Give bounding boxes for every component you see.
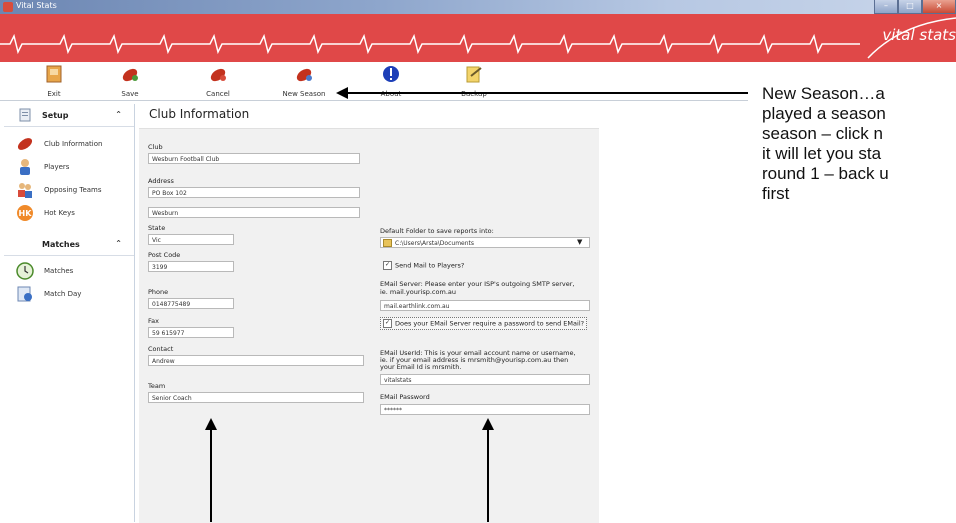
teams-icon bbox=[18, 183, 32, 198]
address-line1-field[interactable]: PO Box 102 bbox=[148, 187, 360, 198]
setup-header-label: Setup bbox=[42, 111, 69, 120]
email-password-field[interactable]: ****** bbox=[380, 404, 590, 415]
fax-label: Fax bbox=[148, 317, 159, 325]
maximize-button[interactable]: □ bbox=[898, 0, 922, 14]
sidebar-item-matches[interactable]: Matches bbox=[4, 260, 134, 283]
matches-header-label: Matches bbox=[42, 240, 80, 249]
sidebar: Setup ⌃ Club Information Players Opposin… bbox=[4, 104, 135, 522]
window-titlebar: Vital Stats – □ × bbox=[0, 0, 956, 14]
address-label: Address bbox=[148, 177, 174, 185]
window-controls: – □ × bbox=[874, 0, 956, 14]
heartbeat-graphic bbox=[0, 17, 956, 59]
minimize-button[interactable]: – bbox=[874, 0, 898, 14]
backup-label: Backup bbox=[461, 90, 487, 98]
backup-icon bbox=[466, 66, 482, 83]
checkbox-icon: ✓ bbox=[383, 261, 392, 270]
folder-label: Default Folder to save reports into: bbox=[380, 227, 494, 235]
team-label: Team bbox=[148, 382, 166, 390]
folder-icon bbox=[383, 239, 392, 247]
fax-field[interactable]: 59 615977 bbox=[148, 327, 234, 338]
callout-line: it will let you sta bbox=[762, 144, 882, 163]
password-required-label: Does your EMail Server require a passwor… bbox=[395, 319, 585, 328]
setup-section-header[interactable]: Setup ⌃ bbox=[4, 104, 134, 127]
about-label: About bbox=[380, 90, 402, 98]
collapse-chevron-icon[interactable]: ⌃ bbox=[115, 110, 122, 119]
postcode-label: Post Code bbox=[148, 251, 181, 259]
app-icon bbox=[3, 2, 13, 12]
sidebar-item-opposing-teams[interactable]: Opposing Teams bbox=[4, 179, 134, 202]
email-server-label-2: ie. mail.yourisp.com.au bbox=[380, 288, 456, 296]
sidebar-item-hot-keys[interactable]: HK Hot Keys bbox=[4, 202, 134, 225]
folder-value: C:\Users\Arsta\Documents bbox=[395, 240, 475, 247]
exit-icon bbox=[46, 65, 62, 83]
cancel-label: Cancel bbox=[206, 90, 230, 98]
callout-line: round 1 – back u bbox=[762, 164, 889, 183]
app-banner: vital stats bbox=[0, 14, 956, 62]
cancel-button[interactable]: Cancel bbox=[186, 64, 250, 98]
football-cancel-icon bbox=[210, 68, 226, 82]
brand-logo: vital stats bbox=[882, 26, 956, 44]
svg-text:HK: HK bbox=[19, 209, 33, 218]
exit-button[interactable]: Exit bbox=[22, 64, 86, 98]
new-season-label: New Season bbox=[282, 90, 326, 98]
save-label: Save bbox=[121, 90, 139, 98]
sidebar-item-match-day[interactable]: Match Day bbox=[4, 283, 134, 306]
collapse-chevron-icon[interactable]: ⌃ bbox=[115, 239, 122, 248]
sidebar-item-label: Hot Keys bbox=[44, 209, 75, 217]
callout-line: first bbox=[762, 184, 790, 203]
hot-keys-icon: HK bbox=[17, 205, 33, 221]
sidebar-item-label: Opposing Teams bbox=[44, 186, 102, 194]
userid-label-3: your Email Id is mrsmith. bbox=[380, 363, 462, 371]
window-title: Vital Stats bbox=[16, 1, 57, 10]
page-title: Club Information bbox=[149, 107, 250, 121]
state-field[interactable]: Vic bbox=[148, 234, 234, 245]
new-season-button[interactable]: New Season bbox=[272, 64, 336, 98]
close-button[interactable]: × bbox=[922, 0, 956, 14]
sidebar-item-label: Match Day bbox=[44, 290, 82, 298]
matches-section-header[interactable]: Matches ⌃ bbox=[4, 233, 134, 256]
exit-label: Exit bbox=[47, 90, 61, 98]
clock-icon bbox=[16, 262, 34, 280]
match-day-icon bbox=[17, 286, 32, 302]
player-icon bbox=[20, 159, 30, 175]
football-save-icon bbox=[122, 68, 138, 82]
email-userid-field[interactable]: vitalstats bbox=[380, 374, 590, 385]
sidebar-item-label: Matches bbox=[44, 267, 74, 275]
postcode-field[interactable]: 3199 bbox=[148, 261, 234, 272]
phone-label: Phone bbox=[148, 288, 169, 296]
contact-label: Contact bbox=[148, 345, 174, 353]
club-field[interactable]: Wesburn Football Club bbox=[148, 153, 360, 164]
address-line2-field[interactable]: Wesburn bbox=[148, 207, 360, 218]
contact-field[interactable]: Andrew bbox=[148, 355, 364, 366]
sidebar-item-club-information[interactable]: Club Information bbox=[4, 133, 134, 156]
email-password-label: EMail Password bbox=[380, 393, 430, 401]
about-button[interactable]: About bbox=[359, 64, 423, 98]
callout-line: played a season bbox=[762, 104, 886, 123]
setup-icon bbox=[19, 108, 31, 122]
password-required-checkbox[interactable]: ✓ Does your EMail Server require a passwo… bbox=[380, 317, 588, 330]
email-server-field[interactable]: mail.earthlink.com.au bbox=[380, 300, 590, 311]
football-new-season-icon bbox=[296, 68, 312, 82]
football-icon bbox=[17, 138, 33, 150]
team-field[interactable]: Senior Coach bbox=[148, 392, 364, 403]
save-button[interactable]: Save bbox=[98, 64, 162, 98]
folder-select[interactable]: C:\Users\Arsta\Documents bbox=[380, 237, 590, 248]
club-label: Club bbox=[148, 143, 163, 151]
email-server-label-1: EMail Server: Please enter your ISP's ou… bbox=[380, 280, 575, 288]
backup-button[interactable]: Backup bbox=[442, 64, 506, 98]
send-mail-checkbox[interactable]: ✓ Send Mail to Players? bbox=[383, 261, 464, 270]
club-information-form: Club Wesburn Football Club Address PO Bo… bbox=[139, 128, 599, 523]
callout-line: New Season…a bbox=[762, 84, 885, 103]
sidebar-item-label: Players bbox=[44, 163, 70, 171]
info-icon bbox=[383, 66, 399, 82]
dropdown-arrow-icon[interactable]: ▼ bbox=[577, 238, 582, 246]
annotation-callout: New Season…a played a season season – cl… bbox=[748, 84, 956, 296]
callout-line: season – click n bbox=[762, 124, 883, 143]
state-label: State bbox=[148, 224, 166, 232]
send-mail-label: Send Mail to Players? bbox=[395, 261, 465, 270]
sidebar-item-label: Club Information bbox=[44, 140, 103, 148]
phone-field[interactable]: 0148775489 bbox=[148, 298, 234, 309]
sidebar-item-players[interactable]: Players bbox=[4, 156, 134, 179]
checkbox-icon: ✓ bbox=[383, 319, 392, 328]
